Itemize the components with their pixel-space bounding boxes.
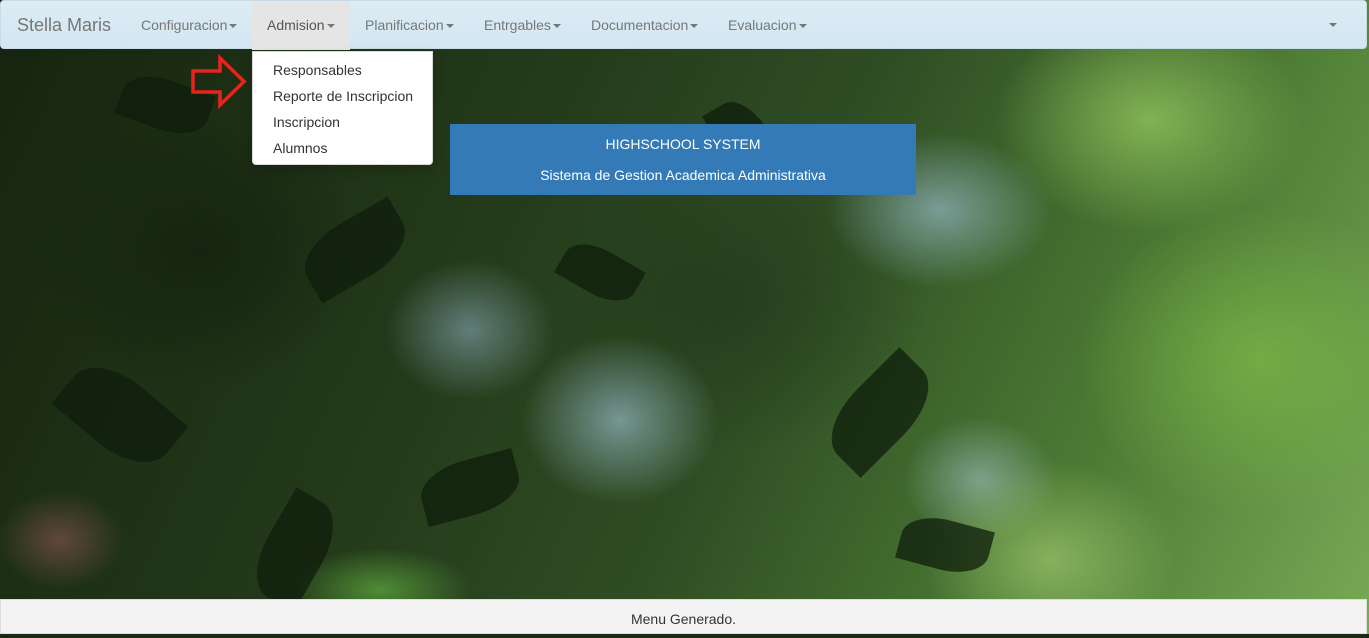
dropdown-item-inscripcion[interactable]: Inscripcion [273,114,340,130]
caret-down-icon [690,24,699,29]
menu-label: Admision [267,17,325,33]
menu-label: Planificacion [365,17,444,33]
user-menu-caret-icon[interactable] [1329,23,1337,27]
dropdown-item-alumnos[interactable]: Alumnos [273,140,327,156]
banner-subtitle: Sistema de Gestion Academica Administrat… [540,167,826,183]
banner-title: HIGHSCHOOL SYSTEM [605,136,761,152]
menu-label: Evaluacion [728,17,797,33]
menu-label: Configuracion [141,17,228,33]
top-navbar: Stella Maris Configuracion Admision Plan… [0,0,1367,50]
menu-documentacion[interactable]: Documentacion [591,1,699,50]
dropdown-item-reporte-inscripcion[interactable]: Reporte de Inscripcion [273,88,413,104]
navbar-brand[interactable]: Stella Maris [17,15,111,36]
menu-configuracion[interactable]: Configuracion [141,1,238,50]
admision-dropdown-menu: Responsables Reporte de Inscripcion Insc… [252,51,433,165]
footer-message: Menu Generado. [630,611,737,627]
caret-down-icon [445,24,454,29]
menu-admision[interactable]: Admision [252,1,350,50]
caret-down-icon [326,24,335,29]
caret-down-icon [798,24,807,29]
menu-evaluacion[interactable]: Evaluacion [728,1,807,50]
menu-planificacion[interactable]: Planificacion [365,1,454,50]
menu-label: Documentacion [591,17,689,33]
menu-label: Entrgables [484,17,551,33]
status-footer: Menu Generado. [0,599,1367,634]
arrow-right-icon [191,54,247,109]
dropdown-item-responsables[interactable]: Responsables [273,62,362,78]
caret-down-icon [552,24,561,29]
system-banner: HIGHSCHOOL SYSTEM Sistema de Gestion Aca… [450,124,916,195]
caret-down-icon [229,24,238,29]
menu-entregables[interactable]: Entrgables [484,1,561,50]
